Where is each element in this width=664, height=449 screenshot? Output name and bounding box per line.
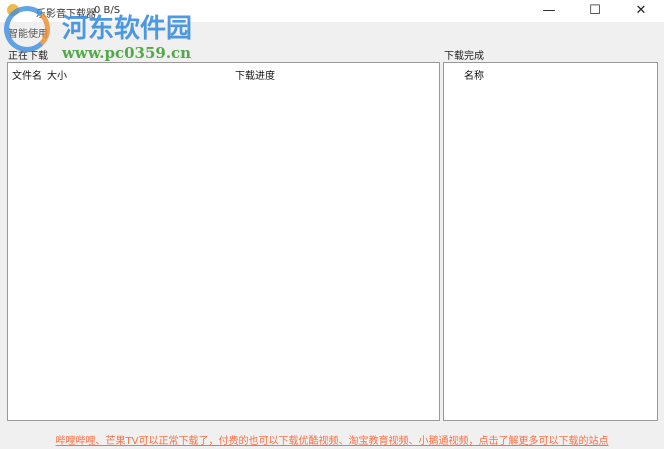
column-size[interactable]: 大小 xyxy=(47,67,67,82)
column-filename[interactable]: 文件名 xyxy=(12,67,42,82)
column-progress[interactable]: 下载进度 xyxy=(235,67,275,82)
minimize-button[interactable]: — xyxy=(526,0,572,22)
watermark-url: www.pc0359.cn xyxy=(62,44,192,62)
completed-label: 下载完成 xyxy=(444,51,484,62)
supported-sites-link[interactable]: 哔哩哔哩、芒果TV可以正常下载了，付费的也可以下载优酷视频、淘宝教育视频、小鹅通… xyxy=(0,432,664,447)
close-button[interactable]: ✕ xyxy=(618,0,664,22)
column-name[interactable]: 名称 xyxy=(464,67,484,82)
downloading-list[interactable]: 文件名 大小 下载进度 xyxy=(7,62,440,421)
watermark-logo xyxy=(4,6,50,52)
completed-list[interactable]: 名称 xyxy=(443,62,658,421)
watermark-name: 河东软件园 xyxy=(62,14,193,44)
maximize-button[interactable]: ☐ xyxy=(572,0,618,22)
